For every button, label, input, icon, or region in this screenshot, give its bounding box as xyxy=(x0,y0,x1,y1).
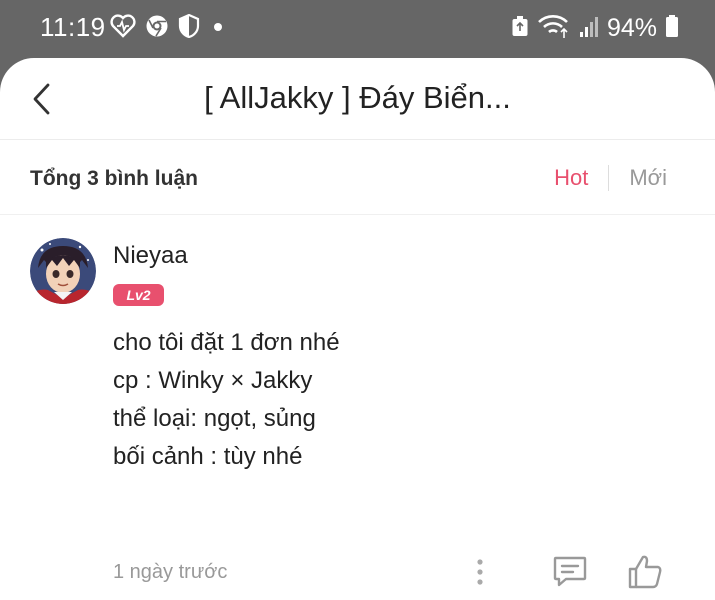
browser-icon xyxy=(145,14,169,43)
avatar[interactable] xyxy=(30,238,96,304)
back-button[interactable] xyxy=(24,78,58,120)
comment-icon xyxy=(553,556,587,587)
level-badge: Lv2 xyxy=(113,284,164,306)
comment-body: cho tôi đặt 1 đơn nhé cp : Winky × Jakky… xyxy=(113,324,673,476)
shield-icon xyxy=(178,13,200,43)
comment-toolbar: Tổng 3 bình luận Hot Mới xyxy=(0,141,715,215)
notification-dot-icon xyxy=(209,14,227,43)
battery-percentage: 94% xyxy=(606,13,657,42)
battery-icon xyxy=(665,14,679,43)
recycle-icon xyxy=(511,15,529,42)
like-button[interactable] xyxy=(626,553,664,591)
comment-item: Nieyaa Lv2 cho tôi đặt 1 đơn nhé cp : Wi… xyxy=(0,216,715,589)
comment-line: cp : Winky × Jakky xyxy=(113,367,313,394)
status-right: 94% xyxy=(511,12,679,44)
status-left-icons xyxy=(110,13,227,43)
comment-line: thể loại: ngọt, sủng xyxy=(113,405,316,432)
heart-rate-icon xyxy=(110,13,136,43)
signal-icon xyxy=(579,14,599,43)
more-vertical-icon xyxy=(477,559,483,585)
tab-new[interactable]: Mới xyxy=(629,165,667,191)
more-options-button[interactable] xyxy=(469,554,491,590)
comments-screen: [ AllJakky ] Đáy Biển... Tổng 3 bình luậ… xyxy=(0,58,715,600)
page-title: [ AllJakky ] Đáy Biển... xyxy=(204,80,511,115)
header: [ AllJakky ] Đáy Biển... xyxy=(0,58,715,140)
comment-line: cho tôi đặt 1 đơn nhé xyxy=(113,329,340,356)
thumbs-up-icon xyxy=(628,555,662,589)
comment-timestamp: 1 ngày trước xyxy=(113,561,228,583)
sort-tabs: Hot Mới xyxy=(554,163,667,193)
reply-button[interactable] xyxy=(552,553,588,589)
status-time: 11:19 xyxy=(40,12,106,42)
wifi-icon xyxy=(537,13,571,44)
comment-count: Tổng 3 bình luận xyxy=(30,167,198,190)
username[interactable]: Nieyaa xyxy=(113,242,188,270)
comment-line: bối cảnh : tùy nhé xyxy=(113,443,303,470)
tab-divider xyxy=(608,165,610,191)
status-bar: 11:19 94% xyxy=(0,0,715,58)
chevron-left-icon xyxy=(33,83,50,115)
tab-hot[interactable]: Hot xyxy=(554,165,588,191)
